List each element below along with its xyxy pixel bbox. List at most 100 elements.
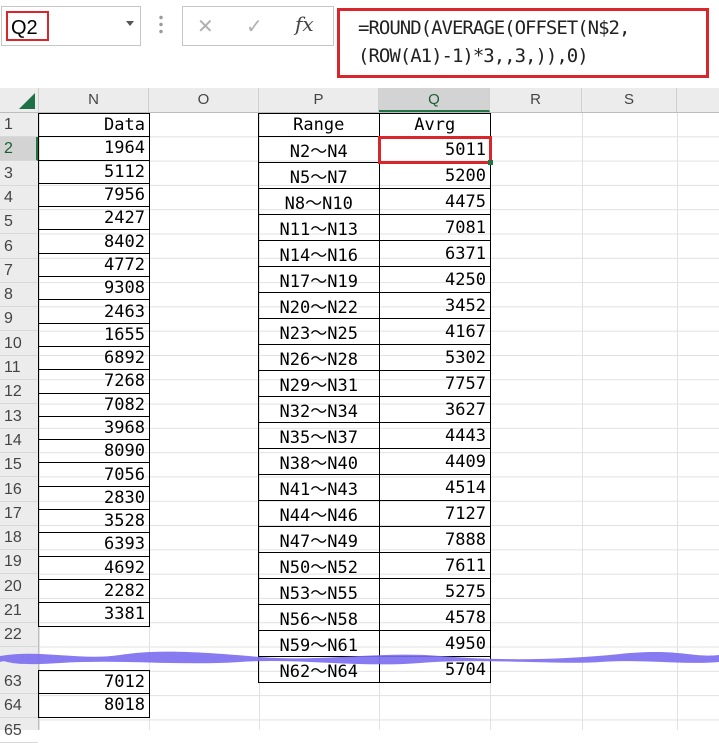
range-header-cell[interactable]: Range xyxy=(258,112,380,138)
data-cell[interactable]: 7956 xyxy=(38,182,150,208)
data-cell[interactable]: 3381 xyxy=(38,602,150,627)
enter-icon[interactable]: ✓ xyxy=(246,14,263,38)
name-box[interactable]: Q2 xyxy=(1,6,141,46)
row-header-14[interactable]: 14 xyxy=(0,429,38,453)
row-header-7[interactable]: 7 xyxy=(0,259,38,283)
avg-cell[interactable]: 4475 xyxy=(378,188,491,216)
chevron-down-icon[interactable] xyxy=(126,21,134,26)
avg-cell[interactable]: 7081 xyxy=(378,214,491,242)
row-header-9[interactable]: 9 xyxy=(0,307,38,332)
avg-cell[interactable]: 7888 xyxy=(378,526,491,554)
avg-cell[interactable]: 4409 xyxy=(378,448,491,476)
range-cell[interactable]: N47～N49 xyxy=(258,526,380,554)
avg-cell[interactable]: 3627 xyxy=(378,396,491,424)
row-header-8[interactable]: 8 xyxy=(0,283,38,308)
range-cell[interactable]: N35～N37 xyxy=(258,422,380,450)
range-cell[interactable]: N11～N13 xyxy=(258,214,380,242)
data-cell[interactable]: 3528 xyxy=(38,509,150,534)
avg-cell[interactable]: 4578 xyxy=(378,604,491,632)
column-header-r[interactable]: R xyxy=(490,88,582,112)
data-cell[interactable]: 9308 xyxy=(38,276,150,301)
data-cell[interactable]: 7082 xyxy=(38,392,150,417)
row-header-15[interactable]: 15 xyxy=(0,453,38,478)
data-cell[interactable]: 1655 xyxy=(38,322,150,347)
range-cell[interactable]: N20～N22 xyxy=(258,292,380,320)
data-cell[interactable]: 4692 xyxy=(38,555,150,580)
row-header-4[interactable]: 4 xyxy=(0,186,38,210)
select-all-corner[interactable] xyxy=(0,88,39,112)
data-cell[interactable]: 2463 xyxy=(38,299,150,324)
data-cell[interactable]: 2830 xyxy=(38,485,150,511)
avg-cell[interactable]: 6371 xyxy=(378,240,491,268)
row-header-17[interactable]: 17 xyxy=(0,502,38,526)
range-cell[interactable]: N32～N34 xyxy=(258,396,380,424)
select-all-icon[interactable] xyxy=(19,93,35,109)
range-cell[interactable]: N2～N4 xyxy=(258,136,380,164)
data-cell[interactable]: 8402 xyxy=(38,229,150,254)
data-cell[interactable]: 6892 xyxy=(38,345,150,371)
column-header-n[interactable]: N xyxy=(39,88,149,112)
range-cell[interactable]: N26～N28 xyxy=(258,344,380,372)
data-cell[interactable]: 7012 xyxy=(38,669,150,695)
avg-cell[interactable]: 7127 xyxy=(378,500,491,528)
row-header-1[interactable]: 1 xyxy=(0,113,38,137)
row-header-20[interactable]: 20 xyxy=(0,575,38,599)
range-cell[interactable]: N50～N52 xyxy=(258,552,380,580)
avg-cell[interactable]: 4250 xyxy=(378,266,491,294)
range-cell[interactable]: N17～N19 xyxy=(258,266,380,294)
row-header-12[interactable]: 12 xyxy=(0,380,38,405)
row-header-11[interactable]: 11 xyxy=(0,356,38,380)
row-header-5[interactable]: 5 xyxy=(0,210,38,235)
row-header-16[interactable]: 16 xyxy=(0,478,38,502)
row-header-22[interactable]: 22 xyxy=(0,623,38,648)
row-header-13[interactable]: 13 xyxy=(0,405,38,429)
data-cell[interactable]: 7268 xyxy=(38,369,150,394)
range-cell[interactable]: N56～N58 xyxy=(258,604,380,632)
data-cell[interactable]: 2282 xyxy=(38,578,150,604)
avg-header-cell[interactable]: Avrg xyxy=(378,112,491,138)
avg-cell[interactable]: 5200 xyxy=(378,162,491,190)
row-header-6[interactable]: 6 xyxy=(0,235,38,259)
avg-cell[interactable]: 4514 xyxy=(378,474,491,502)
formula-input[interactable]: =ROUND(AVERAGE(OFFSET(N$2, (ROW(A1)-1)*3… xyxy=(337,8,709,78)
row-header-10[interactable]: 10 xyxy=(0,332,38,356)
data-cell[interactable]: 7056 xyxy=(38,462,150,487)
avg-cell[interactable]: 5302 xyxy=(378,344,491,372)
data-cell[interactable]: 1964 xyxy=(38,136,150,161)
drag-handle-icon[interactable] xyxy=(159,14,163,36)
data-cell[interactable]: 6393 xyxy=(38,532,150,557)
row-header-2[interactable]: 2 xyxy=(0,137,38,162)
row-header-21[interactable]: 21 xyxy=(0,599,38,623)
column-header-q[interactable]: Q xyxy=(379,88,490,112)
name-box-value[interactable]: Q2 xyxy=(6,11,49,41)
avg-cell[interactable]: 4167 xyxy=(378,318,491,346)
row-header-65[interactable]: 65 xyxy=(0,719,38,743)
row-header-19[interactable]: 19 xyxy=(0,550,38,575)
data-cell[interactable]: 8090 xyxy=(38,439,150,464)
avg-cell[interactable]: 7757 xyxy=(378,370,491,398)
range-cell[interactable]: N44～N46 xyxy=(258,500,380,528)
data-cell[interactable]: 4772 xyxy=(38,252,150,278)
column-header-p[interactable]: P xyxy=(259,88,379,112)
data-cell[interactable]: 3968 xyxy=(38,415,150,441)
active-cell-q2[interactable]: 5011 xyxy=(378,135,493,166)
data-cell[interactable]: 5112 xyxy=(38,159,150,184)
range-cell[interactable]: N29～N31 xyxy=(258,370,380,398)
range-cell[interactable]: N38～N40 xyxy=(258,448,380,476)
range-cell[interactable]: N14～N16 xyxy=(258,240,380,268)
avg-cell[interactable]: 4443 xyxy=(378,422,491,450)
avg-cell[interactable]: 5275 xyxy=(378,578,491,606)
insert-function-icon[interactable]: fx xyxy=(295,12,314,36)
avg-cell[interactable]: 3452 xyxy=(378,292,491,320)
range-cell[interactable]: N53～N55 xyxy=(258,578,380,606)
range-cell[interactable]: N8～N10 xyxy=(258,188,380,216)
data-cell[interactable]: 2427 xyxy=(38,206,150,231)
column-header-s[interactable]: S xyxy=(582,88,677,112)
row-header-18[interactable]: 18 xyxy=(0,526,38,551)
column-header-o[interactable]: O xyxy=(149,88,259,112)
row-header-64[interactable]: 64 xyxy=(0,694,38,719)
range-cell[interactable]: N41～N43 xyxy=(258,474,380,502)
cancel-icon[interactable]: ✕ xyxy=(197,14,214,38)
data-header-cell[interactable]: Data xyxy=(38,112,150,138)
range-cell[interactable]: N5～N7 xyxy=(258,162,380,190)
